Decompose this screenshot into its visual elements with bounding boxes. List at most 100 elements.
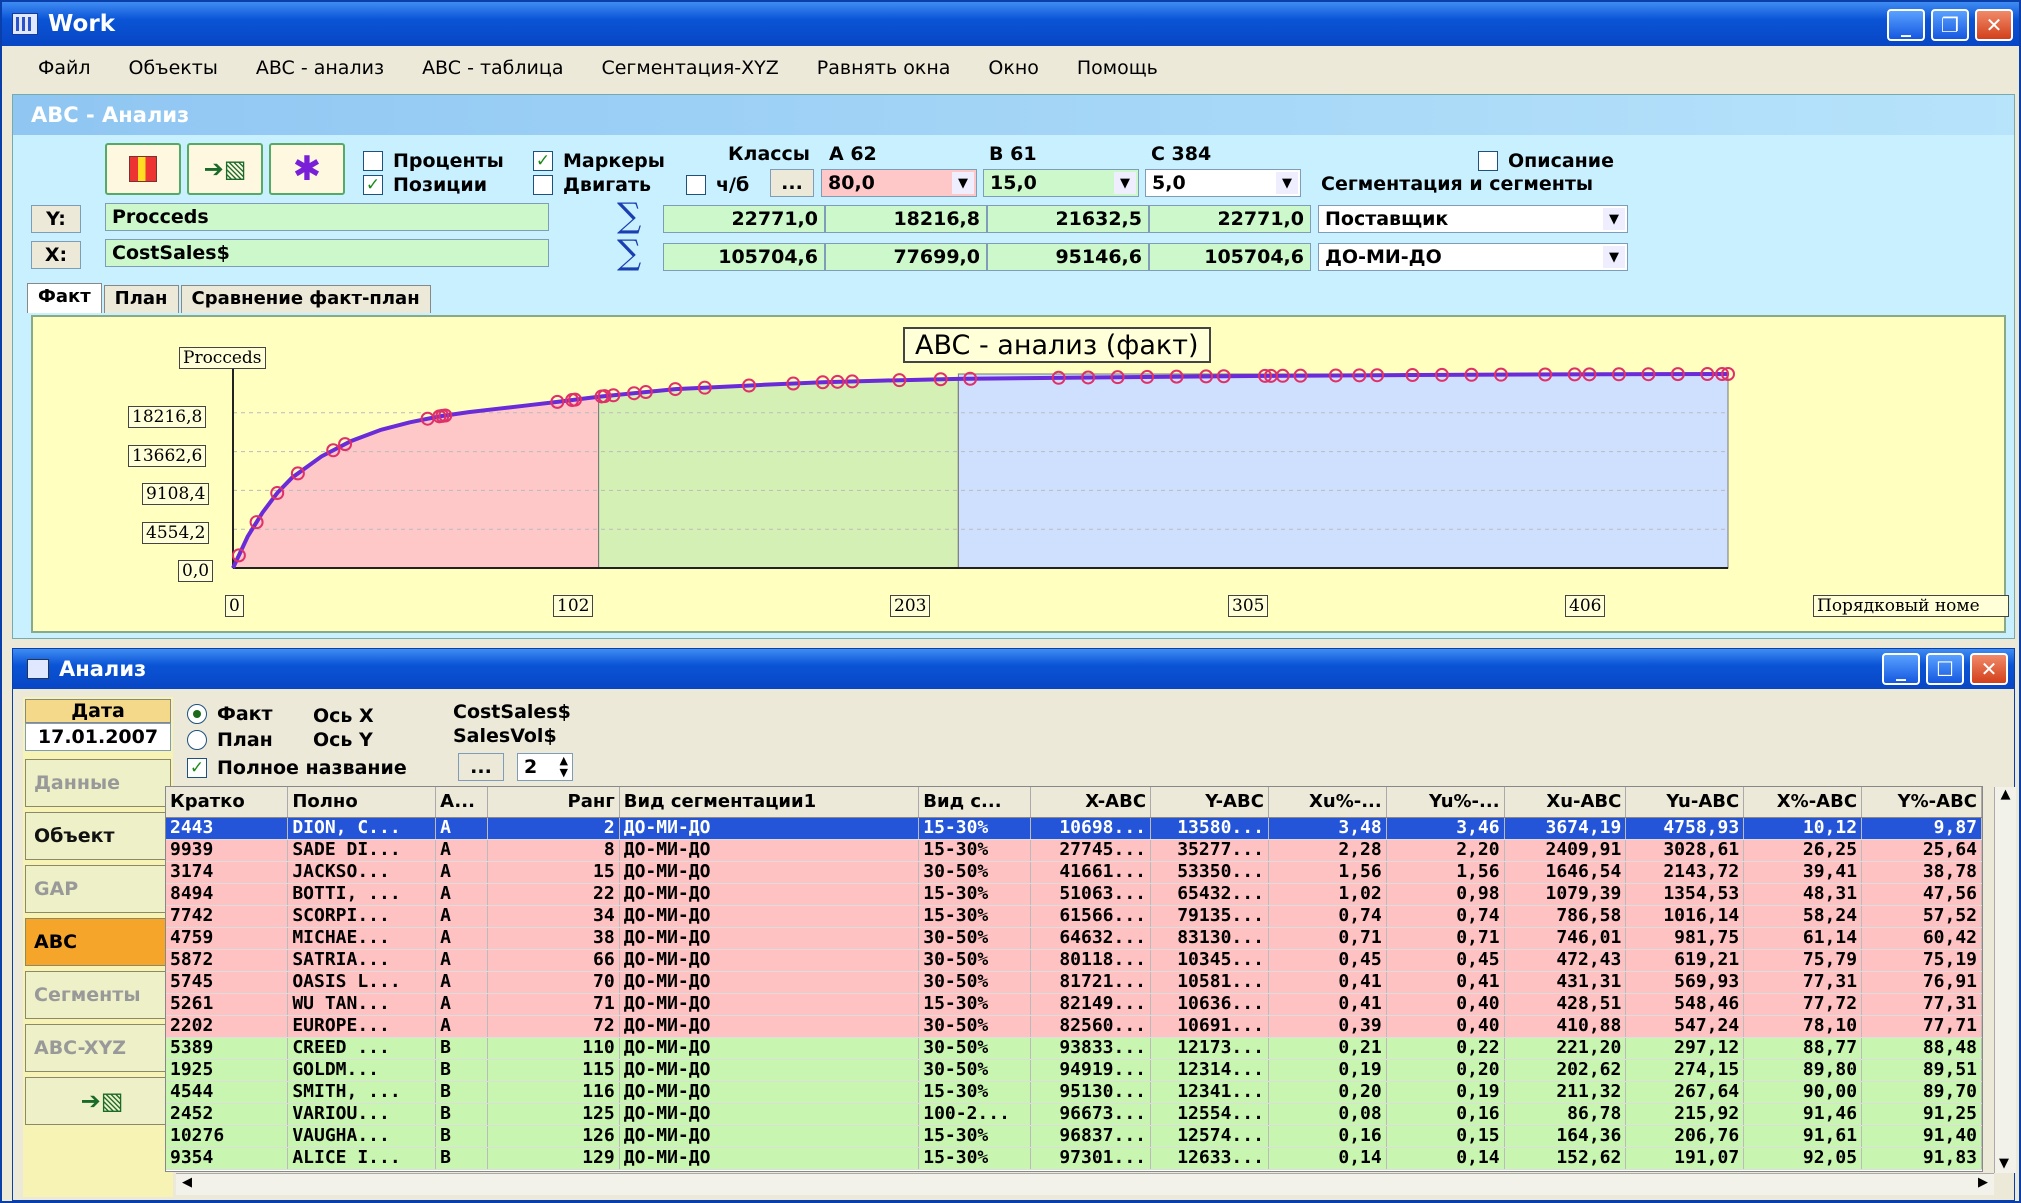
- table-cell: 91,25: [1861, 1103, 1982, 1126]
- table-row[interactable]: 5745 OASIS L... A 70 ДО-МИ-ДО 30-50% 81721... 1…: [166, 971, 1982, 994]
- chart-toolbar-button[interactable]: [105, 143, 181, 195]
- export-excel-button[interactable]: ➔▧: [187, 143, 263, 195]
- menu-segmentation-xyz[interactable]: Сегментация-XYZ: [601, 57, 778, 79]
- restore-button[interactable]: ❐: [1931, 9, 1969, 41]
- table-cell: 5872: [166, 949, 289, 972]
- column-header[interactable]: Xu%-...: [1268, 787, 1387, 818]
- table-cell: 129: [487, 1147, 620, 1170]
- column-header[interactable]: Вид с...: [918, 787, 1032, 818]
- table-row[interactable]: 5261 WU TAN... A 71 ДО-МИ-ДО 15-30% 82149... 10…: [166, 993, 1982, 1016]
- vertical-scrollbar[interactable]: ▲ ▼: [1994, 787, 2016, 1173]
- options-ellipsis-button[interactable]: ...: [458, 753, 504, 781]
- full-name-checkbox[interactable]: ✓ Полное название: [187, 757, 407, 779]
- axis-x-label: Ось X: [313, 705, 374, 727]
- table-cell: 30-50%: [918, 949, 1032, 972]
- table-row[interactable]: 5389 CREED ... B 110 ДО-МИ-ДО 30-50% 93833... 1…: [166, 1037, 1982, 1060]
- table-cell: 77,31: [1743, 971, 1863, 994]
- column-header[interactable]: Кратко: [166, 787, 289, 818]
- table-row[interactable]: 4544 SMITH, ... B 116 ДО-МИ-ДО 15-30% 95130...…: [166, 1081, 1982, 1104]
- analysis-table: Кратко Полно A... Ранг Вид сегментации1 Вид с…: [165, 786, 1983, 1172]
- analysis-minimize-button[interactable]: _: [1882, 653, 1920, 685]
- segmentation-select[interactable]: Поставщик ▼: [1318, 205, 1628, 233]
- table-row[interactable]: 2443 DION, C... A 2 ДО-МИ-ДО 15-30% 10698... 13…: [166, 817, 1982, 840]
- close-button[interactable]: ✕: [1975, 9, 2013, 41]
- percents-checkbox[interactable]: Проценты: [363, 150, 504, 172]
- menu-abc-table[interactable]: ABC - таблица: [422, 57, 563, 79]
- bw-checkbox[interactable]: ч/б: [686, 174, 749, 196]
- plan-radio[interactable]: План: [187, 729, 273, 751]
- sidebar-item-segments[interactable]: Сегменты: [25, 971, 171, 1019]
- sidebar-item-abc[interactable]: ABC: [25, 918, 171, 966]
- class-c-threshold[interactable]: 5,0 ▼: [1145, 169, 1301, 197]
- table-cell: 93833...: [1030, 1037, 1152, 1060]
- color-settings-button[interactable]: ✱: [269, 143, 345, 195]
- analysis-maximize-button[interactable]: ☐: [1926, 653, 1964, 685]
- table-row[interactable]: 10276 VAUGHA... B 126 ДО-МИ-ДО 15-30% 96837...…: [166, 1125, 1982, 1148]
- table-row[interactable]: 5872 SATRIA... A 66 ДО-МИ-ДО 30-50% 80118... 10…: [166, 949, 1982, 972]
- table-row[interactable]: 2452 VARIOU... B 125 ДО-МИ-ДО 100-2... 96673..…: [166, 1103, 1982, 1126]
- date-field[interactable]: 17.01.2007: [25, 723, 171, 751]
- menu-objects[interactable]: Объекты: [129, 57, 218, 79]
- class-b-threshold[interactable]: 15,0 ▼: [983, 169, 1139, 197]
- sidebar-item-data[interactable]: Данные: [25, 759, 171, 807]
- positions-checkbox[interactable]: ✓ Позиции: [363, 174, 487, 196]
- tab-fact[interactable]: Факт: [27, 283, 102, 313]
- sum-x-a: 77699,0: [825, 243, 987, 271]
- sidebar-export-button[interactable]: ➔▧: [25, 1077, 171, 1125]
- table-row[interactable]: 7742 SCORPI... A 34 ДО-МИ-ДО 15-30% 61566... 79…: [166, 905, 1982, 928]
- tab-plan[interactable]: План: [103, 285, 179, 313]
- sidebar-item-object[interactable]: Объект: [25, 812, 171, 860]
- column-header[interactable]: Ранг: [487, 787, 620, 818]
- table-cell: 3,46: [1386, 817, 1505, 840]
- class-a-threshold[interactable]: 80,0 ▼: [821, 169, 977, 197]
- analysis-title-bar[interactable]: Анализ _ ☐ ✕: [13, 649, 2014, 689]
- table-row[interactable]: 1925 GOLDM... B 115 ДО-МИ-ДО 30-50% 94919... 12…: [166, 1059, 1982, 1082]
- column-header[interactable]: Вид сегментации1: [619, 787, 920, 818]
- analysis-close-button[interactable]: ✕: [1970, 653, 2008, 685]
- menu-help[interactable]: Помощь: [1077, 57, 1158, 79]
- column-header[interactable]: Xu-ABC: [1504, 787, 1627, 818]
- table-cell: 2,28: [1268, 839, 1387, 862]
- table-row[interactable]: 9939 SADE DI... A 8 ДО-МИ-ДО 15-30% 27745... 35…: [166, 839, 1982, 862]
- menu-align-windows[interactable]: Равнять окна: [817, 57, 951, 79]
- table-row[interactable]: 4759 MICHAE... A 38 ДО-МИ-ДО 30-50% 64632... 83…: [166, 927, 1982, 950]
- column-header[interactable]: Полно: [287, 787, 437, 818]
- column-header[interactable]: A...: [435, 787, 489, 818]
- table-cell: 91,61: [1743, 1125, 1863, 1148]
- column-header[interactable]: Yu%-...: [1386, 787, 1505, 818]
- menu-window[interactable]: Окно: [988, 57, 1038, 79]
- markers-checkbox[interactable]: ✓ Маркеры: [533, 150, 665, 172]
- column-header[interactable]: Y-ABC: [1150, 787, 1269, 818]
- sidebar-item-gap[interactable]: GAP: [25, 865, 171, 913]
- x-field[interactable]: CostSales$: [105, 239, 549, 267]
- fact-radio[interactable]: Факт: [187, 703, 273, 725]
- sidebar-item-abc-xyz[interactable]: ABC-XYZ: [25, 1024, 171, 1072]
- horizontal-scrollbar[interactable]: ◀ ▶: [176, 1173, 1994, 1195]
- description-checkbox[interactable]: Описание: [1478, 150, 1614, 172]
- column-header[interactable]: X-ABC: [1030, 787, 1152, 818]
- table-row[interactable]: 9354 ALICE I... B 129 ДО-МИ-ДО 15-30% 97301...…: [166, 1147, 1982, 1170]
- tab-fact-plan-comparison[interactable]: Сравнение факт-план: [180, 285, 431, 313]
- level-spinner[interactable]: 2 ▲ ▼: [517, 753, 573, 781]
- column-header[interactable]: X%-ABC: [1743, 787, 1863, 818]
- y-tick-label: 9108,4: [142, 483, 210, 505]
- table-row[interactable]: 3174 JACKSO... A 15 ДО-МИ-ДО 30-50% 41661... 53…: [166, 861, 1982, 884]
- table-row[interactable]: 8494 BOTTI, ... A 22 ДО-МИ-ДО 15-30% 51063... 6…: [166, 883, 1982, 906]
- threshold-ellipsis-button[interactable]: ...: [770, 169, 814, 197]
- segmentation-label: Сегментация и сегменты: [1321, 173, 1594, 195]
- y-axis-button[interactable]: Y:: [31, 205, 81, 233]
- table-cell: B: [435, 1147, 489, 1170]
- move-checkbox[interactable]: Двигать: [533, 174, 651, 196]
- y-field[interactable]: Procceds: [105, 203, 549, 231]
- minimize-button[interactable]: _: [1887, 9, 1925, 41]
- menu-file[interactable]: Файл: [38, 57, 91, 79]
- table-cell: 0,15: [1386, 1125, 1505, 1148]
- table-cell: ДО-МИ-ДО: [619, 1125, 920, 1148]
- x-axis-button[interactable]: X:: [31, 241, 81, 269]
- segment-select[interactable]: ДО-МИ-ДО ▼: [1318, 243, 1628, 271]
- column-header[interactable]: Y%-ABC: [1861, 787, 1982, 818]
- table-row[interactable]: 2202 EUROPE... A 72 ДО-МИ-ДО 30-50% 82560... 10…: [166, 1015, 1982, 1038]
- column-header[interactable]: Yu-ABC: [1625, 787, 1745, 818]
- menu-abc-analysis[interactable]: ABC - анализ: [256, 57, 384, 79]
- title-bar[interactable]: Work _ ❐ ✕: [2, 2, 2019, 46]
